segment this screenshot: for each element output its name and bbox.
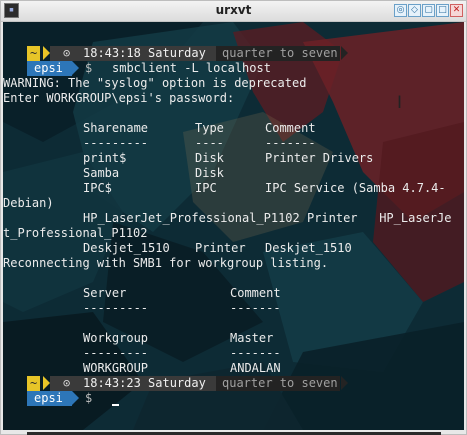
prompt-status-line-1: ~ ⊙ 18:43:18 Saturday quarter to seven (3, 46, 464, 61)
user-label: epsi (34, 391, 63, 405)
rule-server: --------- (83, 301, 149, 315)
share-row: Deskjet_1510 Printer Deskjet_1510 (3, 241, 464, 256)
mouse-ibeam-cursor-icon: I (396, 93, 402, 113)
wrapped-text: Debian) (3, 196, 54, 210)
clock-icon: ⊙ (63, 46, 71, 60)
workgroup-header-row: Workgroup Master (3, 331, 464, 346)
time-label: 18:43:23 Saturday (83, 376, 206, 390)
share-name: Samba (83, 166, 120, 180)
terminal-area[interactable]: ~ ⊙ 18:43:18 Saturday quarter to seven e… (3, 22, 464, 430)
rule-comment: ------- (265, 136, 316, 150)
clock-icon: ⊙ (63, 376, 71, 390)
prompt-dollar: $ (85, 391, 93, 405)
workgroup-name: WORKGROUP (83, 361, 149, 375)
command-text: smbclient -L localhost (112, 61, 271, 75)
title-bar[interactable]: ▪ urxvt ◎ ◇ ▢ □ ✕ (1, 1, 466, 22)
reconnect-line: Reconnecting with SMB1 for workgroup lis… (3, 256, 329, 270)
powerline-separator-icon (43, 46, 50, 60)
fuzzy-time-label: quarter to seven (222, 376, 338, 390)
shade-button[interactable]: ◇ (408, 4, 421, 17)
share-comment: IPC Service (Samba 4.7.4- (265, 181, 446, 195)
powerline-separator-icon (341, 376, 348, 390)
share-type: Printer (195, 241, 246, 255)
powerline-separator-icon (341, 46, 348, 60)
share-comment: Deskjet_1510 (265, 241, 352, 255)
powerline-separator-icon (72, 61, 79, 75)
share-row: IPC$ IPC IPC Service (Samba 4.7.4- (3, 181, 464, 196)
password-prompt-line: Enter WORKGROUP\epsi's password: (3, 91, 235, 105)
powerline-separator-icon (72, 391, 79, 405)
maximize-button[interactable]: □ (436, 4, 449, 17)
prompt-dollar: $ (85, 61, 93, 75)
workgroup-row: WORKGROUP ANDALAN (3, 361, 464, 376)
rule-workgroup: --------- (83, 346, 149, 360)
warning-line: WARNING: The "syslog" option is deprecat… (3, 76, 307, 90)
share-header-row: Sharename Type Comment (3, 121, 464, 136)
terminal-window: ▪ urxvt ◎ ◇ ▢ □ ✕ ~ ⊙ 18:43:18 Saturday … (0, 0, 467, 435)
wrapped-text: t_Professional_P1102 (3, 226, 148, 240)
share-row: print$ Disk Printer Drivers (3, 151, 464, 166)
close-button[interactable]: ✕ (450, 4, 463, 17)
server-header-rule: --------- ------- (3, 301, 464, 316)
fuzzy-time-label: quarter to seven (222, 46, 338, 60)
sticky-button[interactable]: ◎ (394, 4, 407, 17)
user-label: epsi (34, 61, 63, 75)
minimize-button[interactable]: ▢ (422, 4, 435, 17)
workgroup-master: ANDALAN (230, 361, 281, 375)
share-name: IPC$ (83, 181, 112, 195)
share-name: print$ (83, 151, 127, 165)
mode-segment: ~ (27, 46, 41, 61)
command-line-1: epsi $ smbclient -L localhost (3, 61, 464, 76)
share-type: Disk (195, 166, 224, 180)
rule-sharename: --------- (83, 136, 149, 150)
share-type: IPC (195, 181, 217, 195)
header-comment: Comment (230, 286, 281, 300)
share-comment: Printer Drivers (265, 151, 374, 165)
printer-share-text: HP_LaserJet_Professional_P1102 Printer H… (83, 211, 452, 225)
header-server: Server (83, 286, 127, 300)
rule-comment: ------- (230, 301, 281, 315)
rule-master: ------- (230, 346, 281, 360)
share-type: Disk (195, 151, 224, 165)
header-sharename: Sharename (83, 121, 149, 135)
time-label: 18:43:18 Saturday (83, 46, 206, 60)
header-workgroup: Workgroup (83, 331, 149, 345)
mode-segment: ~ (27, 376, 41, 391)
share-name: Deskjet_1510 (83, 241, 170, 255)
workgroup-header-rule: --------- ------- (3, 346, 464, 361)
command-line-2[interactable]: epsi $ (3, 391, 464, 406)
header-comment: Comment (265, 121, 316, 135)
share-header-rule: --------- ---- ------- (3, 136, 464, 151)
server-header-row: Server Comment (3, 286, 464, 301)
header-type: Type (195, 121, 224, 135)
rule-type: ---- (195, 136, 224, 150)
text-cursor (112, 404, 119, 406)
powerline-separator-icon (43, 376, 50, 390)
printer-share-row: HP_LaserJet_Professional_P1102 Printer H… (3, 211, 464, 226)
share-row: Samba Disk (3, 166, 464, 181)
header-master: Master (230, 331, 274, 345)
prompt-status-line-2: ~ ⊙ 18:43:23 Saturday quarter to seven (3, 376, 464, 391)
